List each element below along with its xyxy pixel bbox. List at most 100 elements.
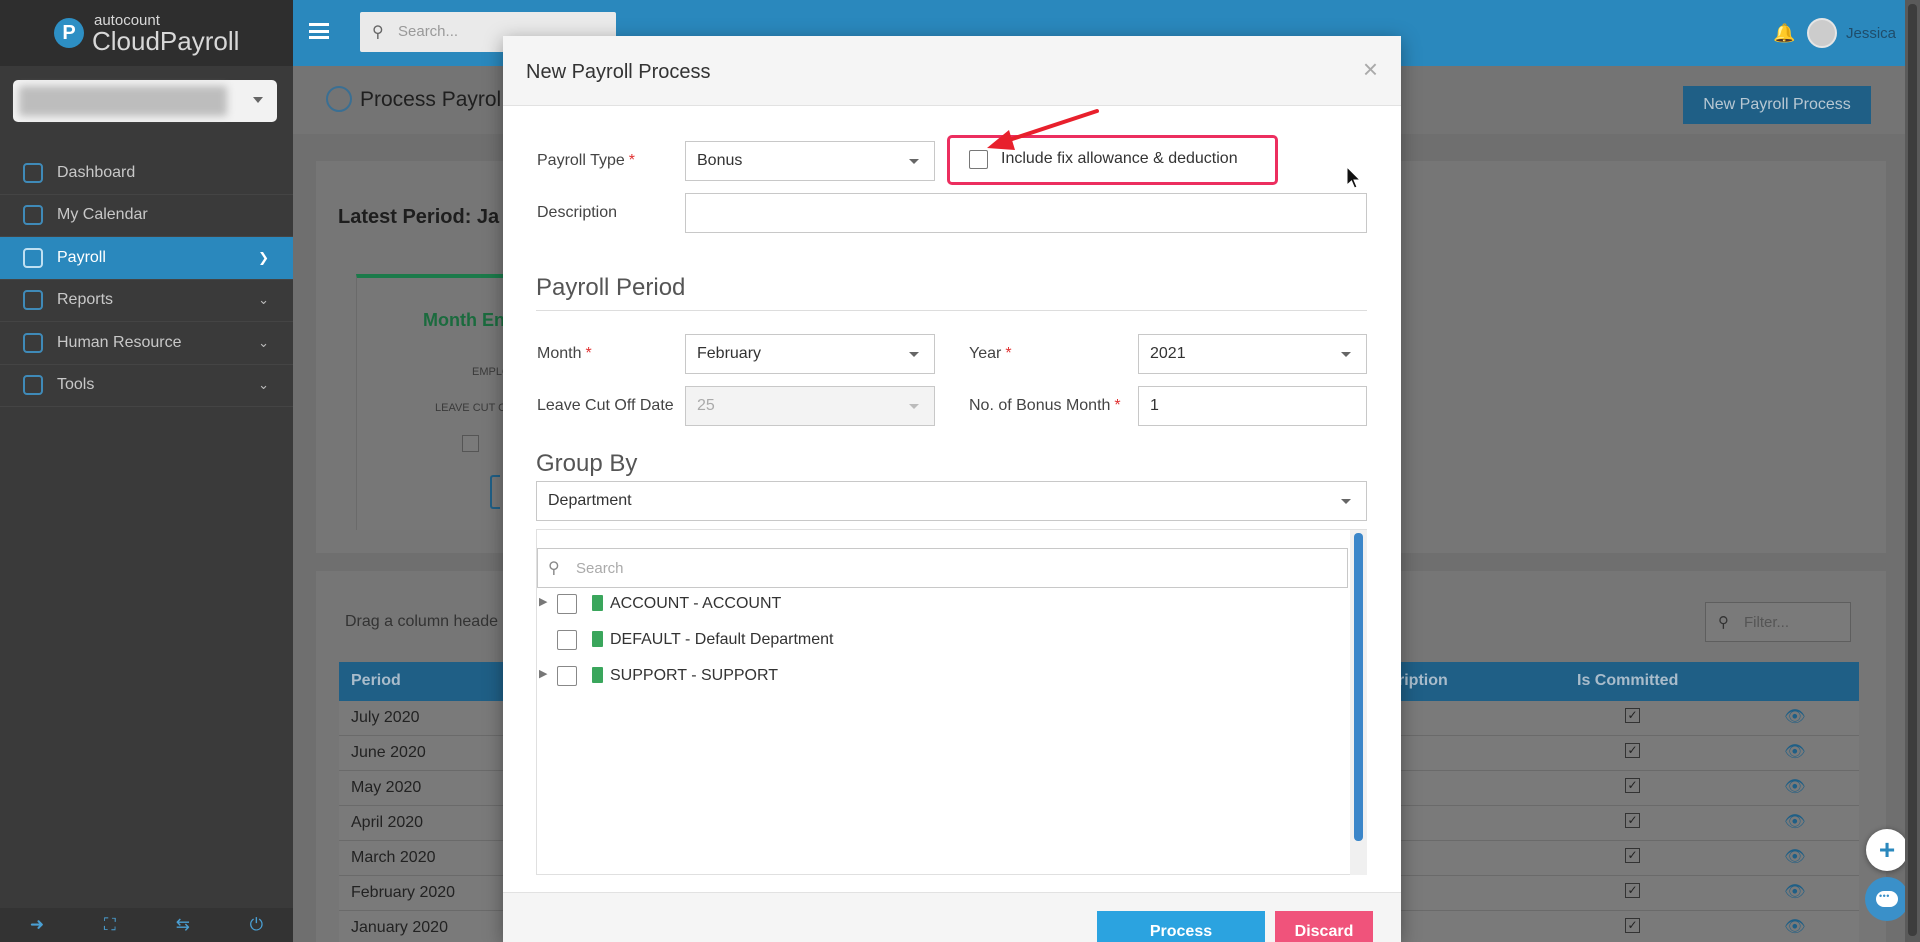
logo-big-text: CloudPayroll — [92, 25, 240, 56]
column-header-is-committed[interactable]: Is Committed — [1577, 672, 1678, 690]
bonus-month-label-text: No. of Bonus Month — [969, 397, 1111, 414]
app-logo[interactable]: P autocount CloudPayroll — [0, 0, 293, 66]
user-name[interactable]: Jessica — [1846, 25, 1896, 42]
period-cell: April 2020 — [351, 814, 424, 831]
payroll-type-label: Payroll Type * — [537, 152, 635, 170]
sidebar-item-label: Reports — [57, 291, 114, 309]
payroll-type-value: Bonus — [697, 152, 743, 169]
department-icon — [592, 631, 603, 647]
tree-node[interactable]: DEFAULT - Default Department — [537, 625, 1347, 655]
eye-icon[interactable]: 👁 — [1784, 812, 1806, 832]
required-mark: * — [1005, 345, 1012, 362]
tree-node-label: DEFAULT - Default Department — [610, 631, 834, 648]
period-cell: February 2020 — [351, 884, 456, 901]
dialog-title: New Payroll Process — [526, 61, 711, 83]
eye-icon[interactable]: 👁 — [1784, 777, 1806, 797]
sidebar-item-reports[interactable]: Reports ⌄ — [0, 280, 293, 322]
hamburger-menu-icon[interactable] — [309, 23, 329, 39]
eye-icon[interactable]: 👁 — [1784, 917, 1806, 937]
checkbox[interactable] — [462, 435, 479, 452]
eye-icon[interactable]: 👁 — [1784, 742, 1806, 762]
month-label-text: Month — [537, 345, 582, 362]
sidebar-bottom-toolbar: ➜ ⛶ ⇆ ⏻ — [0, 908, 293, 942]
close-icon[interactable]: × — [1363, 54, 1378, 85]
description-field[interactable] — [685, 193, 1367, 233]
switch-icon[interactable]: ⇆ — [176, 915, 190, 935]
dashboard-icon — [23, 162, 43, 183]
power-icon[interactable]: ⏻ — [250, 915, 263, 935]
leave-cutoff-value: 25 — [697, 397, 715, 414]
search-placeholder: Search... — [398, 23, 459, 40]
payroll-process-icon — [326, 86, 352, 112]
logout-icon[interactable]: ➜ — [30, 915, 44, 935]
payroll-type-select[interactable]: Bonus — [685, 141, 935, 181]
sidebar-item-label: Payroll — [57, 248, 106, 266]
process-button[interactable]: Process — [1097, 911, 1265, 942]
scrollbar-thumb[interactable] — [1354, 533, 1363, 841]
sidebar-item-tools[interactable]: Tools ⌄ — [0, 365, 293, 407]
page-scrollbar[interactable] — [1905, 0, 1920, 942]
tree-node[interactable]: ▶ SUPPORT - SUPPORT — [537, 661, 1347, 691]
tree-search-placeholder: Search — [576, 560, 624, 577]
required-mark: * — [628, 152, 635, 169]
chevron-right-icon: ❯ — [258, 249, 269, 265]
panel-button[interactable] — [490, 475, 500, 509]
sidebar-item-label: Dashboard — [57, 163, 136, 181]
filter-placeholder: Filter... — [1744, 614, 1790, 631]
sidebar-item-human-resource[interactable]: Human Resource ⌄ — [0, 322, 293, 365]
tree-node-checkbox[interactable] — [557, 594, 577, 614]
group-by-title: Group By — [536, 450, 638, 477]
chat-fab-button[interactable] — [1865, 877, 1909, 921]
tree-node-checkbox[interactable] — [557, 666, 577, 686]
tree-node-checkbox[interactable] — [557, 630, 577, 650]
expand-arrow-icon[interactable]: ▶ — [539, 595, 547, 608]
month-select[interactable]: February — [685, 334, 935, 374]
leave-cut-label: LEAVE CUT O — [435, 402, 507, 414]
company-selector[interactable] — [13, 80, 277, 122]
column-header-description[interactable]: ription — [1398, 672, 1448, 690]
search-icon: ⚲ — [372, 24, 384, 41]
sidebar-item-payroll[interactable]: Payroll ❯ — [0, 237, 293, 280]
sidebar-item-dashboard[interactable]: Dashboard — [0, 152, 293, 195]
department-icon — [592, 667, 603, 683]
year-label: Year * — [969, 345, 1012, 363]
year-select[interactable]: 2021 — [1138, 334, 1367, 374]
period-cell: January 2020 — [351, 919, 448, 936]
year-label-text: Year — [969, 345, 1002, 362]
page-scrollbar-thumb[interactable] — [1908, 4, 1917, 936]
month-label: Month * — [537, 345, 592, 363]
fullscreen-icon[interactable]: ⛶ — [104, 915, 116, 935]
committed-checkbox: ✓ — [1625, 708, 1640, 723]
chevron-down-icon — [1341, 499, 1351, 504]
committed-checkbox: ✓ — [1625, 918, 1640, 933]
eye-icon[interactable]: 👁 — [1784, 707, 1806, 727]
committed-checkbox: ✓ — [1625, 813, 1640, 828]
add-fab-button[interactable]: + — [1866, 829, 1908, 871]
tree-node-label: SUPPORT - SUPPORT — [610, 667, 779, 684]
sidebar-item-my-calendar[interactable]: My Calendar — [0, 195, 293, 237]
bonus-month-label: No. of Bonus Month * — [969, 397, 1121, 415]
tree-node[interactable]: ▶ ACCOUNT - ACCOUNT — [537, 589, 1347, 619]
column-header-period[interactable]: Period — [351, 672, 401, 690]
sidebar-item-label: Human Resource — [57, 333, 182, 351]
search-icon: ⚲ — [548, 560, 560, 577]
new-payroll-process-button[interactable]: New Payroll Process — [1683, 86, 1871, 124]
new-payroll-process-dialog: New Payroll Process × Payroll Type * Bonu… — [503, 36, 1401, 942]
eye-icon[interactable]: 👁 — [1784, 847, 1806, 867]
eye-icon[interactable]: 👁 — [1784, 882, 1806, 902]
bell-icon[interactable]: 🔔 — [1773, 23, 1795, 44]
tree-scrollbar[interactable] — [1350, 530, 1367, 875]
chevron-down-icon — [909, 159, 919, 164]
bonus-month-field[interactable]: 1 — [1138, 386, 1367, 426]
filter-input[interactable]: ⚲ Filter... — [1705, 602, 1851, 642]
dialog-header: New Payroll Process × — [503, 36, 1401, 106]
expand-arrow-icon[interactable]: ▶ — [539, 667, 547, 680]
payroll-type-label-text: Payroll Type — [537, 152, 625, 169]
group-by-select[interactable]: Department — [536, 481, 1367, 521]
sidebar-item-label: My Calendar — [57, 206, 148, 224]
chevron-down-icon — [253, 97, 263, 103]
tree-search-input[interactable]: ⚲ Search — [537, 548, 1348, 588]
year-value: 2021 — [1150, 345, 1186, 362]
discard-button[interactable]: Discard — [1275, 911, 1373, 942]
avatar[interactable] — [1807, 18, 1837, 48]
